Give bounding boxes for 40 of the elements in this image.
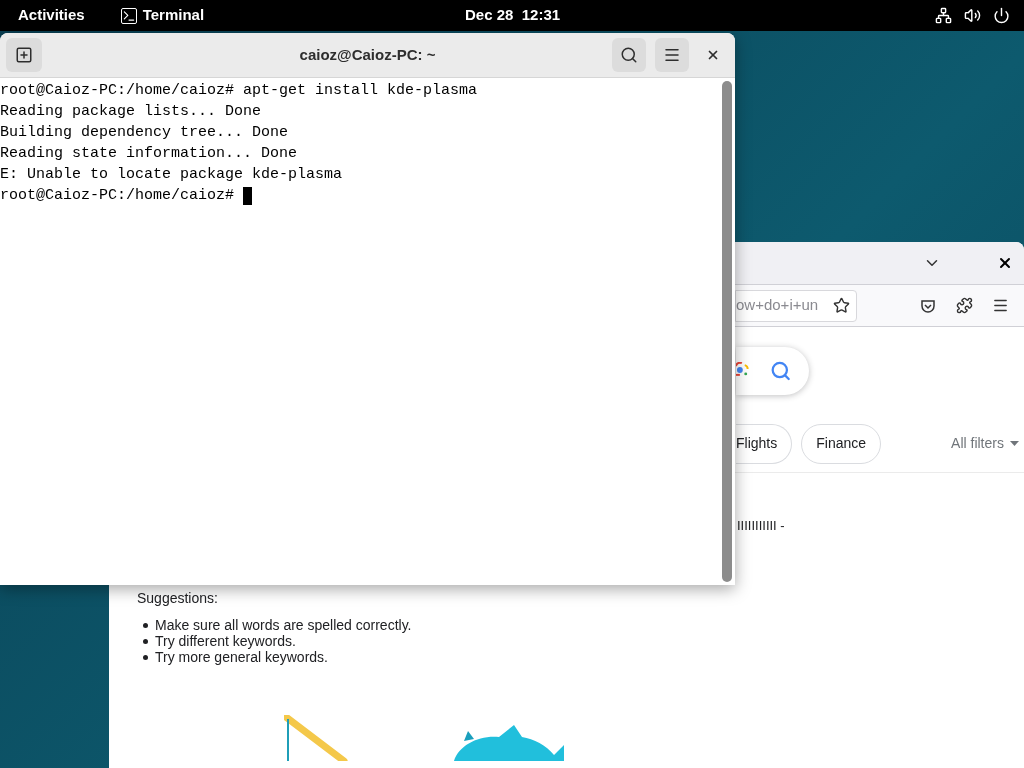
search-icon bbox=[620, 46, 638, 64]
close-icon bbox=[706, 48, 720, 62]
volume-icon[interactable] bbox=[964, 7, 981, 24]
new-tab-icon bbox=[15, 46, 33, 64]
activities-button[interactable]: Activities bbox=[18, 4, 85, 27]
dropdown-arrow-icon bbox=[1009, 441, 1019, 446]
url-text: ow+do+i+un bbox=[736, 295, 819, 316]
suggestion-text: Try more general keywords. bbox=[155, 648, 328, 667]
app-menu[interactable]: Terminal bbox=[120, 4, 205, 27]
menu-icon bbox=[663, 46, 681, 64]
pocket-icon[interactable] bbox=[920, 297, 936, 314]
terminal-line: Reading state information... Done bbox=[0, 144, 298, 164]
search-button[interactable] bbox=[612, 38, 646, 72]
close-icon[interactable] bbox=[997, 255, 1013, 271]
terminal-line: root@Caioz-PC:/home/caioz# bbox=[0, 186, 236, 206]
network-icon[interactable] bbox=[935, 7, 952, 24]
search-bar[interactable] bbox=[736, 347, 809, 395]
terminal-icon bbox=[120, 7, 137, 24]
suggestions-heading: Suggestions: bbox=[137, 589, 219, 608]
extensions-icon[interactable] bbox=[956, 297, 973, 314]
bullet-icon bbox=[143, 654, 148, 660]
clock[interactable]: Dec 28 12:31 bbox=[465, 4, 561, 27]
all-filters-button[interactable]: All filters bbox=[951, 433, 1019, 454]
cursor bbox=[243, 186, 253, 205]
search-icon[interactable] bbox=[769, 360, 791, 382]
power-icon[interactable] bbox=[993, 7, 1010, 24]
window-title: caioz@Caioz-PC: ~ bbox=[298, 44, 437, 65]
new-tab-button[interactable] bbox=[6, 38, 42, 72]
terminal-line: Building dependency tree... Done bbox=[0, 123, 289, 143]
url-field[interactable]: ow+do+i+un bbox=[735, 289, 857, 322]
terminal-line: Reading package lists... Done bbox=[0, 102, 262, 122]
star-icon[interactable] bbox=[833, 297, 850, 314]
terminal-line: E: Unable to locate package kde-plasma bbox=[0, 165, 343, 185]
terminal-line: root@Caioz-PC:/home/caioz# apt-get install kde-plasma bbox=[0, 81, 478, 101]
scrollbar[interactable] bbox=[722, 81, 732, 582]
result-text: IIIIIIIIIII - bbox=[737, 516, 785, 535]
menu-icon[interactable] bbox=[992, 297, 1009, 314]
bullet-icon bbox=[143, 638, 148, 644]
menu-button[interactable] bbox=[655, 38, 689, 72]
bullet-icon bbox=[143, 622, 148, 628]
